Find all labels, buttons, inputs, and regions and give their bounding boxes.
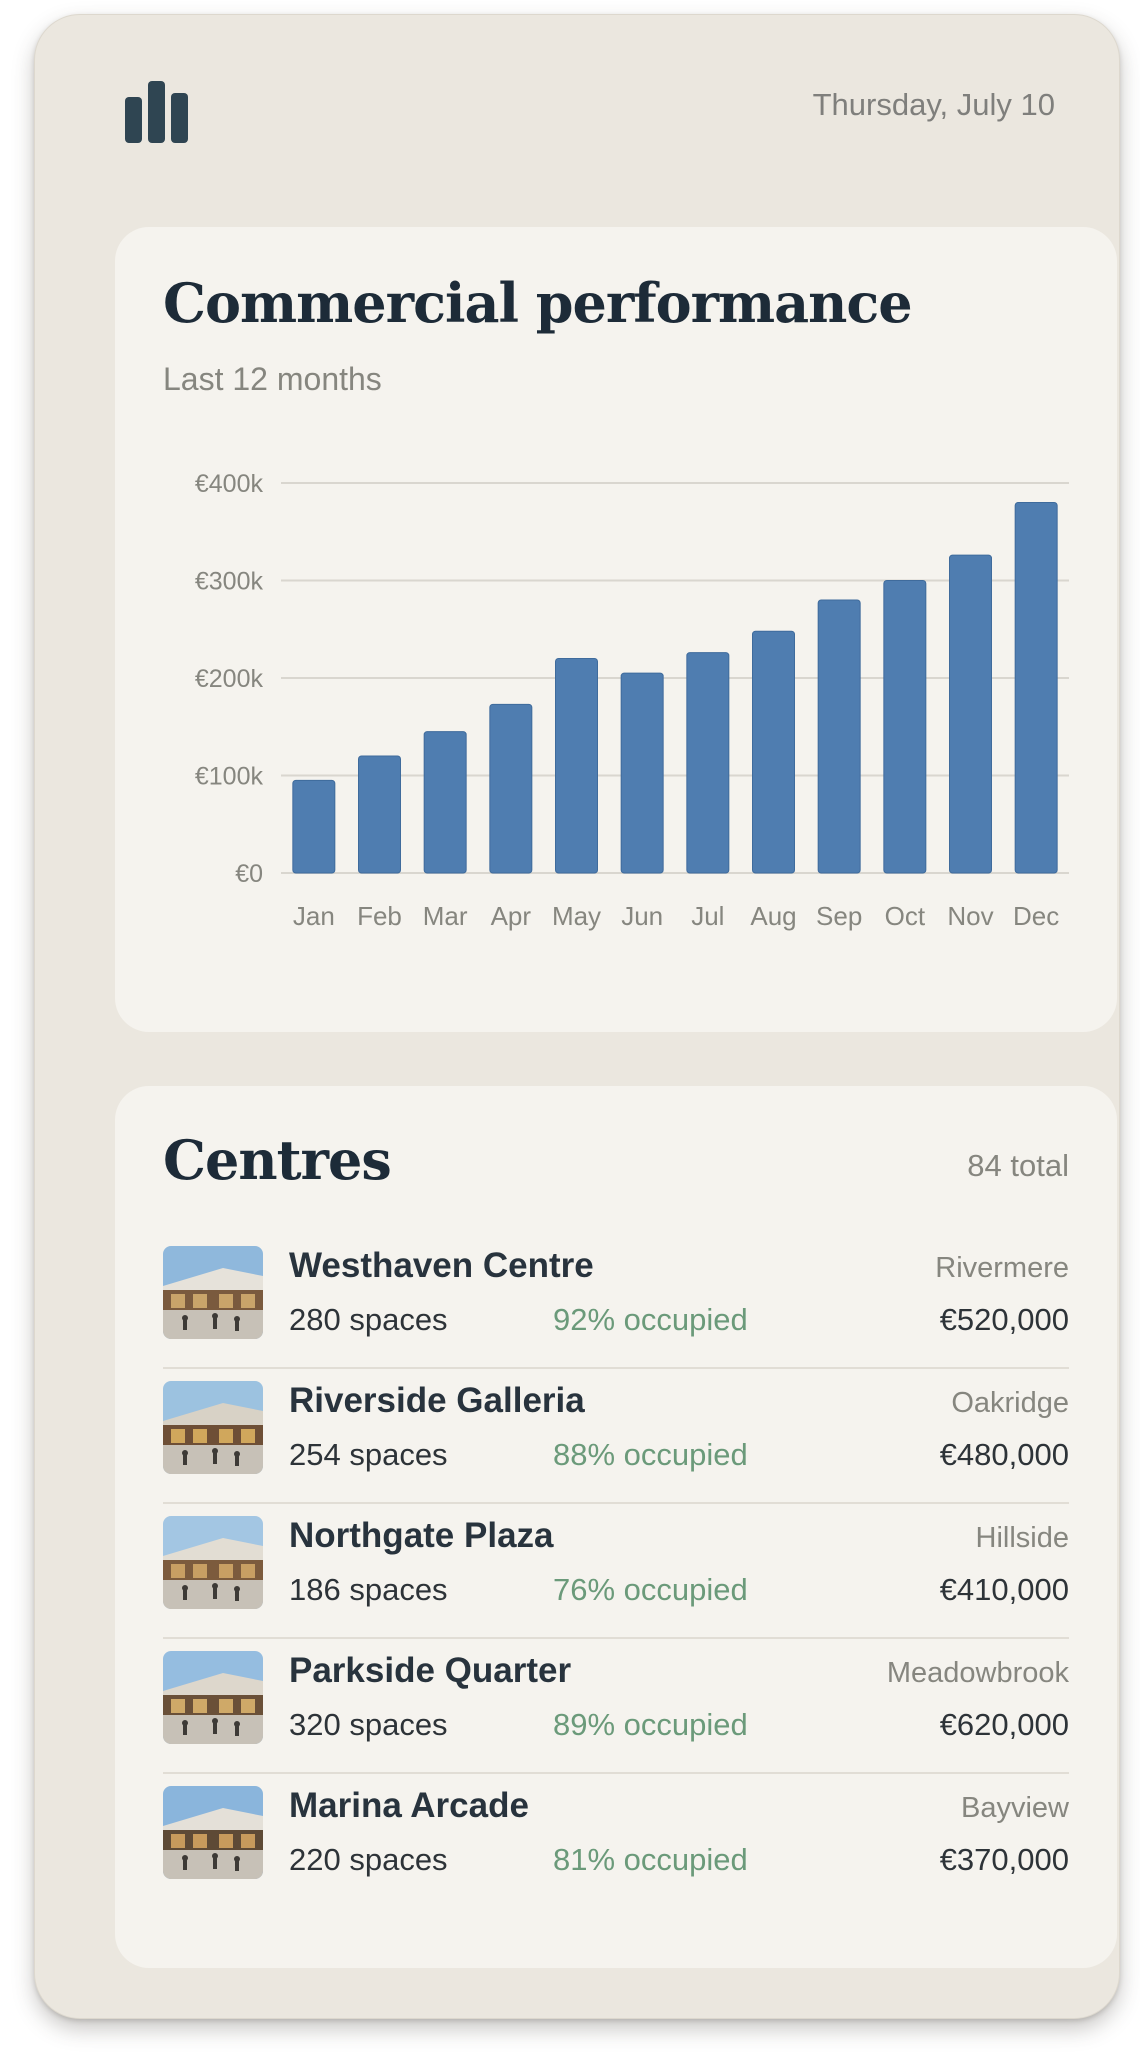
bar-feb bbox=[358, 755, 401, 874]
centre-name: Westhaven Centre bbox=[289, 1246, 594, 1285]
centre-city: Meadowbrook bbox=[886, 1657, 1069, 1689]
bar-mar bbox=[423, 731, 467, 874]
bar-dec bbox=[1014, 502, 1058, 874]
centre-row[interactable]: Riverside Galleria Oakridge 254 spaces 88% … bbox=[163, 1369, 1069, 1504]
centre-thumbnail bbox=[163, 1381, 263, 1474]
centres-card: Centres 84 total Westhaven Centre Riverme… bbox=[115, 1086, 1117, 1968]
centre-name: Parkside Quarter bbox=[289, 1651, 572, 1690]
centre-name: Marina Arcade bbox=[289, 1786, 529, 1825]
centre-value: €480,000 bbox=[939, 1437, 1069, 1472]
centre-occupancy: 92% occupied bbox=[553, 1302, 748, 1337]
bar-jan bbox=[292, 779, 336, 874]
x-tick-label: Aug bbox=[750, 901, 796, 931]
centre-occupancy: 76% occupied bbox=[553, 1572, 748, 1607]
centre-row[interactable]: Northgate Plaza Hillside 186 spaces 76% occ… bbox=[163, 1504, 1069, 1639]
centre-row[interactable]: Parkside Quarter Meadowbrook 320 spaces 89%… bbox=[163, 1639, 1069, 1774]
x-tick-label: Sep bbox=[816, 901, 862, 931]
bar-aug bbox=[752, 630, 795, 874]
centre-occupancy: 88% occupied bbox=[553, 1437, 748, 1472]
x-tick-label: Apr bbox=[491, 901, 532, 931]
centre-occupancy: 89% occupied bbox=[553, 1707, 748, 1742]
centre-name: Riverside Galleria bbox=[289, 1381, 585, 1420]
x-tick-label: May bbox=[552, 901, 601, 931]
x-tick-label: Feb bbox=[357, 901, 402, 931]
centres-title: Centres bbox=[163, 1128, 392, 1192]
x-tick-label: Mar bbox=[423, 901, 468, 931]
current-date: Thursday, July 10 bbox=[812, 87, 1055, 122]
centre-city: Bayview bbox=[961, 1792, 1069, 1824]
centre-value: €410,000 bbox=[939, 1572, 1069, 1607]
centres-total: 84 total bbox=[967, 1148, 1069, 1183]
y-tick-label: €300k bbox=[195, 568, 264, 596]
centre-city: Hillside bbox=[975, 1522, 1069, 1554]
centre-value: €620,000 bbox=[939, 1707, 1069, 1742]
bar-nov bbox=[949, 554, 992, 874]
centre-spaces: 254 spaces bbox=[289, 1437, 448, 1472]
centre-value: €370,000 bbox=[939, 1842, 1069, 1877]
centre-spaces: 320 spaces bbox=[289, 1707, 448, 1742]
centre-name: Northgate Plaza bbox=[289, 1516, 554, 1555]
centre-row[interactable]: Westhaven Centre Rivermere 280 spaces 92% o… bbox=[163, 1234, 1069, 1369]
bar-jul bbox=[686, 652, 730, 874]
bar-chart-icon[interactable] bbox=[125, 81, 189, 143]
revenue-bar-chart: €0 €100k €200k €300k €400k Jan Feb Mar Apr May Jun… bbox=[195, 470, 1069, 931]
bar-sep bbox=[817, 599, 861, 874]
y-tick-label: €200k bbox=[195, 665, 264, 693]
centre-thumbnail bbox=[163, 1246, 263, 1339]
centre-value: €520,000 bbox=[939, 1302, 1069, 1337]
centre-thumbnail bbox=[163, 1651, 263, 1744]
bar-may bbox=[555, 658, 598, 874]
centre-thumbnail bbox=[163, 1786, 263, 1879]
centre-city: Rivermere bbox=[935, 1252, 1069, 1284]
y-tick-label: €100k bbox=[195, 763, 264, 791]
x-tick-label: Jan bbox=[293, 901, 335, 931]
y-tick-label: €400k bbox=[195, 470, 264, 498]
centre-spaces: 220 spaces bbox=[289, 1842, 448, 1877]
performance-card: Commercial performance Last 12 months €0… bbox=[115, 227, 1117, 1032]
bar-jun bbox=[620, 672, 664, 874]
centre-occupancy: 81% occupied bbox=[553, 1842, 748, 1877]
centre-spaces: 280 spaces bbox=[289, 1302, 448, 1337]
x-tick-label: Dec bbox=[1013, 901, 1059, 931]
x-tick-label: Oct bbox=[885, 901, 926, 931]
y-tick-label: €0 bbox=[235, 860, 263, 888]
app-frame: Thursday, July 10 Commercial performance… bbox=[34, 14, 1120, 2019]
bar-oct bbox=[883, 580, 927, 874]
centre-row[interactable]: Marina Arcade Bayview 220 spaces 81% occupi… bbox=[163, 1774, 1069, 1909]
x-tick-label: Jun bbox=[621, 901, 663, 931]
bar-apr bbox=[489, 703, 533, 874]
centre-spaces: 186 spaces bbox=[289, 1572, 448, 1607]
centre-city: Oakridge bbox=[951, 1387, 1069, 1419]
x-tick-label: Jul bbox=[691, 901, 724, 931]
x-tick-label: Nov bbox=[947, 901, 993, 931]
centre-thumbnail bbox=[163, 1516, 263, 1609]
